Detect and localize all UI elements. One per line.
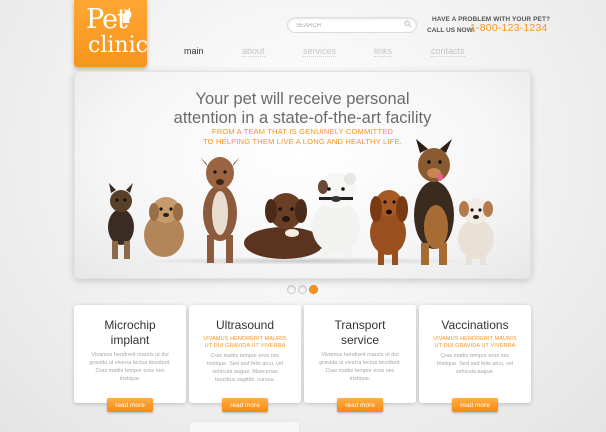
card-highlight-line: VIVAMUS HENDRERIT MAURIS: [203, 336, 287, 342]
lower-panel-edge: [189, 421, 300, 432]
nav-item-links[interactable]: links: [374, 46, 393, 57]
nav-item-contacts[interactable]: contacts: [431, 46, 465, 57]
card-highlight-line: VIVAMUS HENDRERIT MAURIS: [433, 336, 517, 342]
card-highlight-line: UT DUI GRAVIDA UT VIVERRA: [434, 343, 516, 349]
search-box[interactable]: [287, 17, 417, 33]
dogs-group-image: [108, 139, 494, 265]
dog-shepherd: [414, 139, 454, 265]
nav-item-about[interactable]: about: [242, 46, 265, 57]
read-more-button[interactable]: read more: [222, 398, 268, 412]
card-highlight-line: UT DUI GRAVIDA UT VIVERRA: [204, 343, 286, 349]
dog-yorkie: [108, 183, 134, 259]
logo[interactable]: Pet clinic: [74, 0, 148, 67]
card-body-line: gravida ut viverra lectus tincidunt.: [89, 360, 171, 366]
card-body-line: gravida ut viverra lectus tincidunt.: [319, 360, 401, 366]
dog-pit: [200, 157, 240, 263]
card-title: Microchip: [104, 318, 156, 332]
read-more-button[interactable]: read more: [452, 398, 498, 412]
read-more-button[interactable]: read more: [337, 398, 383, 412]
search-input[interactable]: [296, 20, 400, 31]
card-title-line-2: service: [340, 333, 379, 347]
service-card-ultrasound: Ultrasound VIVAMUS HENDRERIT MAURIS UT D…: [189, 305, 301, 412]
service-card-microchip: Microchip implant Vivamus hendrerit maur…: [74, 305, 186, 412]
card-body-line: Vivamus hendrerit mauris ut dui: [321, 352, 399, 358]
card-body-line: tristique. Sed sed felis arcu, vel: [436, 361, 514, 367]
hero-banner: Your pet will receive personal attention…: [74, 71, 531, 279]
card-body-line: Cras mattis tempor eros nec: [95, 368, 165, 374]
service-card-vaccinations: Vaccinations VIVAMUS HENDRERIT MAURIS UT…: [419, 305, 531, 412]
card-body-line: faucibus sagittis. cursus.: [215, 377, 275, 383]
card-title: Ultrasound: [215, 318, 275, 332]
nav-item-services[interactable]: services: [303, 46, 337, 57]
card-body-line: tristique.: [349, 376, 371, 382]
call-us-label: CALL US NOW:: [427, 27, 475, 34]
card-body-line: Cras mattis tempor eros nec: [440, 353, 510, 359]
slider-dot-1[interactable]: [287, 285, 296, 294]
phone-number: 1-800-123-1234: [470, 22, 548, 34]
card-title-line-2: implant: [110, 333, 150, 347]
card-body-line: vehicula augue. Maecenas: [212, 369, 278, 375]
search-icon[interactable]: [404, 20, 412, 28]
cat-silhouette-icon: [122, 7, 132, 23]
card-body-line: vehicula augue.: [455, 369, 495, 375]
dog-chocolate-lab: [244, 193, 324, 259]
nav-item-main[interactable]: main: [184, 46, 204, 56]
logo-text-clinic: clinic: [88, 33, 148, 58]
dog-bulldog: [312, 173, 360, 257]
card-body-line: tristique.: [119, 376, 141, 382]
slider-dot-3-active[interactable]: [309, 285, 318, 294]
slider-dot-2[interactable]: [298, 285, 307, 294]
card-body-line: Cras mattis tempor eros nec: [325, 368, 395, 374]
card-body-line: tristique. Sed sed felis arcu, vel: [206, 361, 284, 367]
dog-dachshund: [370, 190, 408, 265]
card-title: Transport: [334, 318, 386, 332]
dog-fluffy: [144, 197, 184, 257]
card-body-line: Cras mattis tempor eros nec: [210, 353, 280, 359]
card-body-line: Vivamus hendrerit mauris ut dui: [91, 352, 169, 358]
dog-small-white: [458, 198, 494, 265]
service-card-transport: Transport service Vivamus hendrerit maur…: [304, 305, 416, 412]
card-title: Vaccinations: [441, 318, 509, 332]
read-more-button[interactable]: read more: [107, 398, 153, 412]
